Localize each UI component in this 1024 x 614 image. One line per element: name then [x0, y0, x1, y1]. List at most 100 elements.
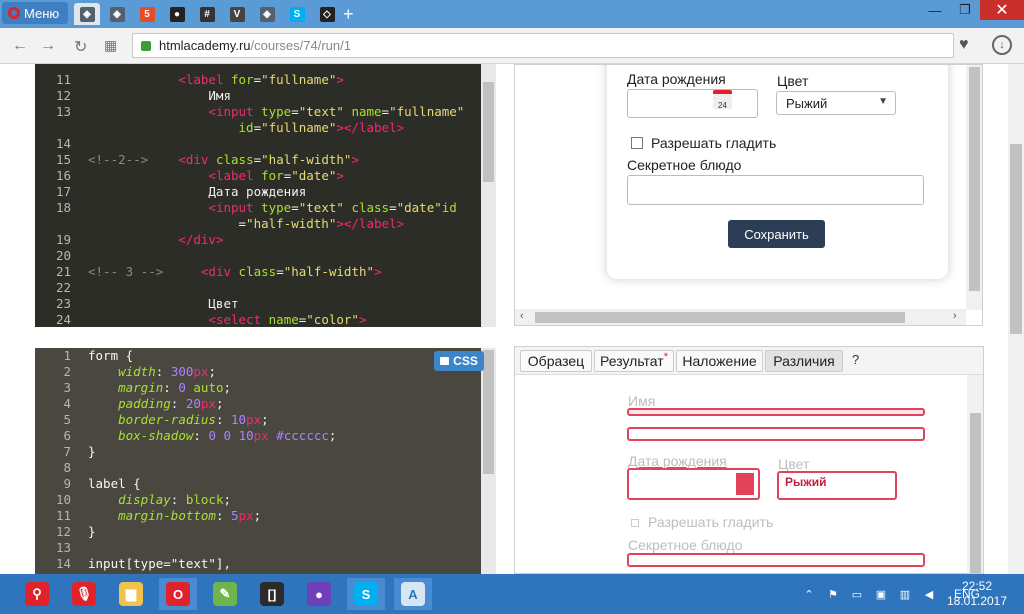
tab-overlay[interactable]: Наложение: [676, 350, 763, 372]
code-text: }: [88, 444, 96, 459]
browser-tab[interactable]: ●: [164, 3, 190, 25]
date-input[interactable]: [627, 89, 758, 118]
taskbar-app[interactable]: ●: [300, 578, 338, 610]
tab-result[interactable]: Результат *: [594, 350, 674, 372]
new-tab-button[interactable]: +: [343, 4, 354, 25]
code-line[interactable]: 12}: [35, 524, 481, 540]
code-line[interactable]: 10 display: block;: [35, 492, 481, 508]
pet-checkbox[interactable]: [631, 137, 643, 149]
network-icon[interactable]: ▥: [898, 588, 912, 601]
code-line[interactable]: 13: [35, 540, 481, 556]
taskbar-app[interactable]: []: [253, 578, 291, 610]
code-line[interactable]: 4 padding: 20px;: [35, 396, 481, 412]
color-select[interactable]: Рыжий ▼: [776, 91, 896, 115]
opera-menu-button[interactable]: Меню: [2, 2, 68, 24]
windows-taskbar: ⚲ 🎙 ▆ O ✎[] ● S A ⌃ ⚑ ▭ ▣ ▥ ◀ ENG 22:52 18.01.2…: [0, 574, 1024, 614]
code-line[interactable]: 16 <label for="date">: [35, 168, 481, 184]
speed-dial-grid-icon[interactable]: ▦: [104, 37, 117, 54]
clock[interactable]: 22:52 18.01.2017: [942, 579, 1012, 609]
code-line[interactable]: 5 border-radius: 10px;: [35, 412, 481, 428]
battery-icon[interactable]: ▭: [850, 588, 864, 601]
scrollbar-thumb[interactable]: [1010, 144, 1022, 334]
restore-button[interactable]: ❐: [950, 0, 980, 20]
download-icon[interactable]: ↓: [992, 35, 1012, 55]
scrollbar-thumb[interactable]: [483, 350, 494, 474]
tab-diff[interactable]: Различия: [765, 350, 843, 372]
code-line[interactable]: ="half-width"></label>: [35, 216, 481, 232]
code-line[interactable]: 3 margin: 0 auto;: [35, 380, 481, 396]
code-line[interactable]: 13 <input type="text" name="fullname": [35, 104, 481, 120]
code-line[interactable]: 11 <label for="fullname">: [35, 72, 481, 88]
code-line[interactable]: 23 Цвет: [35, 296, 481, 312]
css-editor-scrollbar[interactable]: [481, 348, 496, 574]
close-button[interactable]: ✕: [980, 0, 1024, 20]
forward-arrow-icon[interactable]: →: [40, 37, 56, 55]
browser-tab[interactable]: S: [284, 3, 310, 25]
code-line[interactable]: 1 form {: [35, 348, 481, 364]
taskbar-app[interactable]: 🎙: [65, 578, 103, 610]
browser-tab[interactable]: ◈: [74, 3, 100, 25]
code-line[interactable]: 6 box-shadow: 0 0 10px #cccccc;: [35, 428, 481, 444]
scrollbar-thumb[interactable]: [970, 413, 981, 573]
code-line[interactable]: 12 Имя: [35, 88, 481, 104]
save-button[interactable]: Сохранить: [728, 220, 825, 248]
line-number: 8: [63, 460, 71, 475]
code-line[interactable]: 14: [35, 136, 481, 152]
code-line[interactable]: 21 <!-- 3 --> <div class="half-width">: [35, 264, 481, 280]
taskbar-app[interactable]: ⚲: [18, 578, 56, 610]
scrollbar-thumb[interactable]: [969, 67, 980, 291]
code-line[interactable]: 22: [35, 280, 481, 296]
tab-sample[interactable]: Образец: [520, 350, 592, 372]
address-bar[interactable]: htmlacademy.ru/courses/74/run/1: [132, 33, 954, 58]
scrollbar-thumb[interactable]: [535, 312, 905, 323]
code-line[interactable]: 18 <input type="text" class="date"id: [35, 200, 481, 216]
comparison-scrollbar[interactable]: [967, 375, 983, 573]
help-button[interactable]: ?: [852, 352, 859, 367]
code-line[interactable]: 14 input[type="text"],: [35, 556, 481, 572]
show-hidden-icons-icon[interactable]: ⌃: [802, 588, 816, 601]
github-desktop-icon: ●: [307, 582, 331, 606]
code-line[interactable]: 7}: [35, 444, 481, 460]
scrollbar-thumb[interactable]: [483, 82, 494, 182]
code-line[interactable]: 24 <select name="color">: [35, 312, 481, 327]
volume-icon[interactable]: ◀: [922, 588, 936, 601]
page-scrollbar[interactable]: [1008, 64, 1024, 574]
code-line[interactable]: id="fullname"></label>: [35, 120, 481, 136]
code-line[interactable]: 19 </div>: [35, 232, 481, 248]
code-line[interactable]: 17 Дата рождения: [35, 184, 481, 200]
browser-tab[interactable]: V: [224, 3, 250, 25]
html-editor-scrollbar[interactable]: [481, 64, 496, 327]
code-text: margin-bottom: 5px;: [118, 508, 262, 523]
browser-tab[interactable]: ◇: [314, 3, 340, 25]
browser-tab[interactable]: ◈: [254, 3, 280, 25]
code-line[interactable]: 2 width: 300px;: [35, 364, 481, 380]
css-code-editor[interactable]: 1 form {2 width: 300px; 3 margin: 0 auto; 4…: [35, 348, 481, 574]
taskbar-app[interactable]: O: [159, 578, 197, 610]
code-line[interactable]: 8: [35, 460, 481, 476]
browser-tab[interactable]: ◈: [104, 3, 130, 25]
scroll-right-arrow-icon[interactable]: ›: [953, 310, 957, 322]
browser-tab[interactable]: #: [194, 3, 220, 25]
secret-input[interactable]: [627, 175, 924, 205]
back-arrow-icon[interactable]: ←: [12, 37, 28, 55]
code-line[interactable]: 11 margin-bottom: 5px;: [35, 508, 481, 524]
taskbar-app[interactable]: A: [394, 578, 432, 610]
line-number: 24: [55, 312, 71, 327]
display-icon[interactable]: ▣: [874, 588, 888, 601]
taskbar-app[interactable]: ✎: [206, 578, 244, 610]
taskbar-app[interactable]: ▆: [112, 578, 150, 610]
code-line[interactable]: 15 <!--2--> <div class="half-width">: [35, 152, 481, 168]
code-line[interactable]: 20: [35, 248, 481, 264]
url-path: /courses/74/run/1: [250, 38, 351, 53]
bookmark-heart-icon[interactable]: ♥: [959, 36, 969, 54]
taskbar-app[interactable]: S: [347, 578, 385, 610]
reload-icon[interactable]: ↻: [74, 37, 87, 57]
flag-icon[interactable]: ⚑: [826, 588, 840, 601]
code-line[interactable]: 9 label {: [35, 476, 481, 492]
html-code-editor[interactable]: 11 <label for="fullname"> 12 Имя 13 <input…: [35, 64, 481, 327]
preview-horizontal-scrollbar[interactable]: ‹ ›: [515, 309, 966, 325]
preview-vertical-scrollbar[interactable]: [966, 65, 982, 310]
minimize-button[interactable]: —: [920, 0, 950, 20]
scroll-left-arrow-icon[interactable]: ‹: [520, 310, 524, 322]
browser-tab[interactable]: 5: [134, 3, 160, 25]
